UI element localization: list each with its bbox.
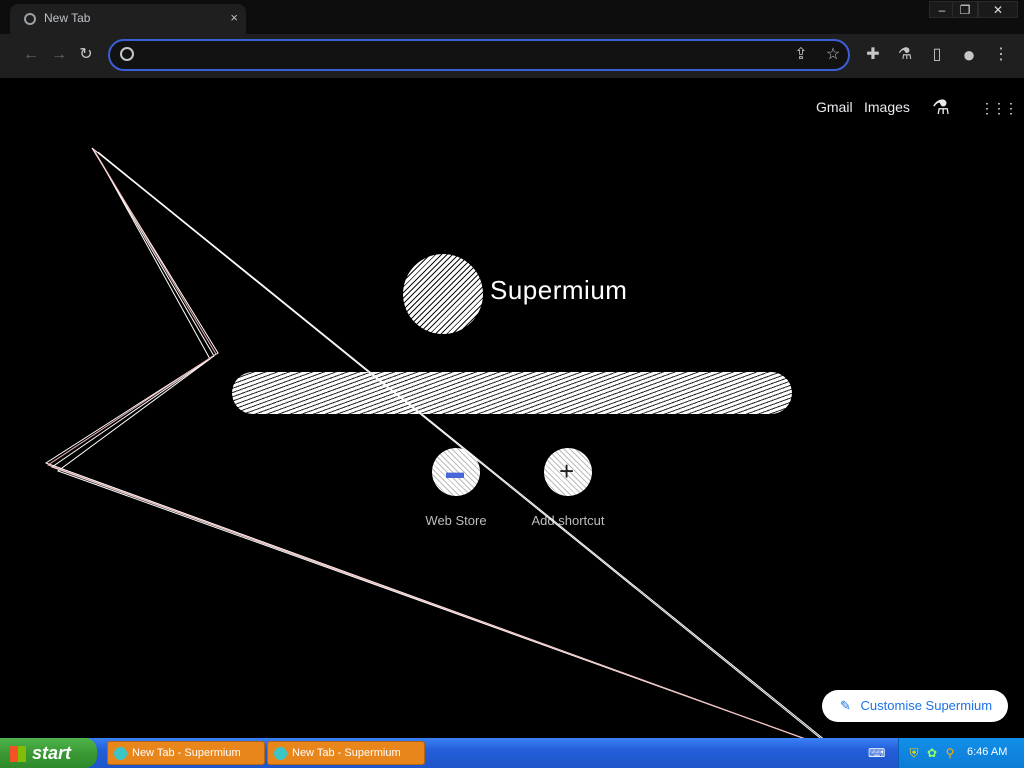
- bookmark-star-icon[interactable]: ☆: [822, 44, 844, 66]
- clock: 6:46 AM: [967, 746, 1008, 758]
- reload-icon[interactable]: ↻: [75, 44, 97, 66]
- new-tab-page: Gmail Images ⚗ ⋮⋮⋮ Supermium ▬ Web Store…: [0, 78, 1024, 738]
- omnibox[interactable]: ⇪ ☆: [108, 39, 850, 71]
- windows-logo-icon: [10, 746, 26, 763]
- search-engine-icon: [120, 47, 134, 61]
- omnibox-input[interactable]: [146, 45, 770, 67]
- supermium-icon: [114, 746, 127, 760]
- title-bar: New Tab × – ❐ ✕: [0, 0, 1024, 34]
- restore-button[interactable]: ❐: [952, 1, 978, 18]
- gmail-link[interactable]: Gmail: [816, 99, 853, 115]
- tab-new-tab[interactable]: New Tab ×: [10, 4, 246, 34]
- start-button[interactable]: start: [0, 738, 97, 768]
- network-icon[interactable]: ✿: [925, 746, 939, 760]
- taskbar: start New Tab - Supermium New Tab - Supe…: [0, 738, 1024, 768]
- back-icon[interactable]: ←: [20, 44, 42, 66]
- labs-flask-icon[interactable]: ⚗: [932, 95, 950, 120]
- close-window-button[interactable]: ✕: [978, 1, 1018, 18]
- labs-icon[interactable]: ⚗: [894, 44, 916, 66]
- menu-icon[interactable]: ⋮: [990, 44, 1012, 66]
- taskbar-item[interactable]: New Tab - Supermium: [107, 741, 265, 765]
- side-panel-icon[interactable]: ▯: [926, 44, 948, 66]
- tab-title: New Tab: [44, 11, 91, 25]
- supermium-icon: [274, 746, 287, 760]
- search-input[interactable]: [250, 382, 714, 406]
- tab-favicon-icon: [24, 13, 36, 25]
- taskbar-item-label: New Tab - Supermium: [292, 747, 401, 759]
- add-icon: +: [544, 448, 592, 496]
- keyboard-icon[interactable]: ⌨: [868, 746, 885, 760]
- shortcut-web-store[interactable]: ▬ Web Store: [401, 448, 511, 538]
- supermium-logo-icon: [403, 254, 483, 334]
- customise-button[interactable]: ✎ Customise Supermium: [822, 690, 1008, 722]
- browser-toolbar: ← → ↻ ⇪ ☆ ✚ ⚗ ▯ ● ⋮: [0, 34, 1024, 78]
- customise-label: Customise Supermium: [860, 698, 993, 713]
- web-store-icon: ▬: [432, 448, 480, 496]
- pencil-icon: ✎: [840, 698, 851, 713]
- taskbar-item[interactable]: New Tab - Supermium: [267, 741, 425, 765]
- apps-grid-icon[interactable]: ⋮⋮⋮: [980, 100, 1018, 117]
- taskbar-item-label: New Tab - Supermium: [132, 747, 241, 759]
- logo-text: Supermium: [490, 275, 628, 305]
- shortcut-add[interactable]: + Add shortcut: [513, 448, 623, 538]
- forward-icon[interactable]: →: [48, 44, 70, 66]
- system-tray: ⛨ ✿ ⚲ 6:46 AM: [898, 738, 1024, 768]
- images-link[interactable]: Images: [864, 99, 910, 115]
- tab-close-icon[interactable]: ×: [230, 10, 238, 25]
- extensions-icon[interactable]: ✚: [862, 44, 884, 66]
- start-label: start: [32, 743, 72, 763]
- security-shield-icon[interactable]: ⛨: [907, 746, 921, 760]
- shortcut-label: Add shortcut: [531, 513, 605, 528]
- shortcut-label: Web Store: [425, 513, 487, 528]
- profile-avatar-icon[interactable]: ●: [958, 44, 980, 66]
- search-box[interactable]: [232, 372, 792, 414]
- search-icon[interactable]: ⚲: [943, 746, 957, 760]
- share-icon[interactable]: ⇪: [790, 44, 812, 66]
